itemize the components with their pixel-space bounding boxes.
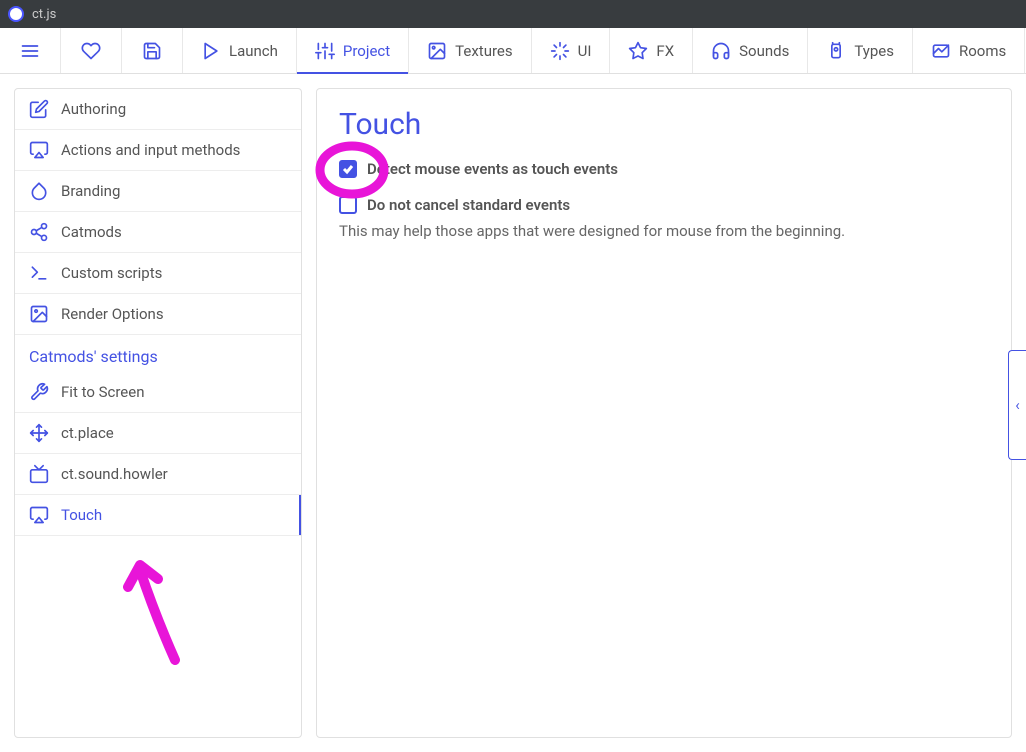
app-icon — [8, 6, 24, 22]
sidebar-item-branding[interactable]: Branding — [15, 171, 301, 212]
checkbox-icon — [339, 160, 357, 178]
share-icon — [29, 222, 49, 242]
sidebar-item-authoring[interactable]: Authoring — [15, 89, 301, 130]
close-button[interactable] — [972, 0, 1018, 28]
content-panel: Touch Detect mouse events as touch event… — [316, 88, 1012, 738]
sidebar-item-render[interactable]: Render Options — [15, 294, 301, 335]
sidebar-item-label: Custom scripts — [61, 264, 162, 282]
ui-label: UI — [578, 42, 592, 60]
sidebar-mod-howler[interactable]: ct.sound.howler — [15, 454, 301, 495]
save-button[interactable] — [122, 28, 183, 73]
tool-icon — [29, 382, 49, 402]
sidebar-item-catmods[interactable]: Catmods — [15, 212, 301, 253]
sidebar-item-label: Authoring — [61, 100, 126, 118]
textures-label: Textures — [455, 42, 512, 60]
panel-title: Touch — [339, 107, 989, 142]
minimize-button[interactable] — [880, 0, 926, 28]
airplay-icon — [29, 505, 49, 525]
project-label: Project — [343, 42, 390, 60]
menu-button[interactable] — [0, 28, 61, 73]
cat-icon — [8, 6, 24, 22]
droplet-icon — [29, 181, 49, 201]
drawer-toggle[interactable]: ‹ — [1008, 350, 1026, 460]
sidebar-item-label: Render Options — [61, 305, 164, 323]
types-label: Types — [854, 42, 894, 60]
titlebar: ct.js — [0, 0, 1026, 28]
maximize-button[interactable] — [926, 0, 972, 28]
image-icon — [29, 304, 49, 324]
sidebar-mod-ctplace[interactable]: ct.place — [15, 413, 301, 454]
sidebar-item-actions[interactable]: Actions and input methods — [15, 130, 301, 171]
tv-icon — [29, 464, 49, 484]
move-icon — [29, 423, 49, 443]
rooms-tab[interactable]: Rooms — [913, 28, 1025, 73]
checkbox-icon — [339, 196, 357, 214]
types-tab[interactable]: Types — [808, 28, 913, 73]
rooms-label: Rooms — [959, 42, 1006, 60]
sidebar-mod-touch[interactable]: Touch — [15, 495, 301, 536]
airplay-icon — [29, 140, 49, 160]
toolbar: Launch Project Textures UI FX Sounds Typ… — [0, 28, 1026, 74]
launch-button[interactable]: Launch — [183, 28, 297, 73]
main: Authoring Actions and input methods Bran… — [0, 74, 1026, 752]
sidebar: Authoring Actions and input methods Bran… — [14, 88, 302, 738]
ui-tab[interactable]: UI — [532, 28, 611, 73]
fx-tab[interactable]: FX — [610, 28, 693, 73]
sidebar-item-label: ct.place — [61, 424, 114, 442]
sidebar-item-scripts[interactable]: Custom scripts — [15, 253, 301, 294]
option-detect-mouse[interactable]: Detect mouse events as touch events — [339, 160, 989, 178]
heart-button[interactable] — [61, 28, 122, 73]
sidebar-item-label: Fit to Screen — [61, 383, 145, 401]
terminal-icon — [29, 263, 49, 283]
sidebar-item-label: Branding — [61, 182, 120, 200]
option-help-text: This may help those apps that were desig… — [339, 222, 989, 240]
fx-label: FX — [656, 42, 674, 60]
sounds-label: Sounds — [739, 42, 789, 60]
option-label: Do not cancel standard events — [367, 196, 570, 214]
sidebar-mod-fittoscreen[interactable]: Fit to Screen — [15, 372, 301, 413]
project-tab[interactable]: Project — [297, 28, 409, 73]
sidebar-section-title: Catmods' settings — [15, 335, 301, 372]
sidebar-item-label: Actions and input methods — [61, 141, 240, 159]
launch-label: Launch — [229, 42, 278, 60]
textures-tab[interactable]: Textures — [409, 28, 531, 73]
option-label: Detect mouse events as touch events — [367, 160, 618, 178]
sidebar-item-label: Catmods — [61, 223, 122, 241]
app-title: ct.js — [32, 7, 880, 22]
edit-icon — [29, 99, 49, 119]
chevron-left-icon: ‹ — [1015, 396, 1020, 414]
sounds-tab[interactable]: Sounds — [693, 28, 808, 73]
sidebar-item-label: Touch — [61, 506, 102, 524]
option-no-cancel[interactable]: Do not cancel standard events — [339, 196, 989, 214]
sidebar-item-label: ct.sound.howler — [61, 465, 168, 483]
